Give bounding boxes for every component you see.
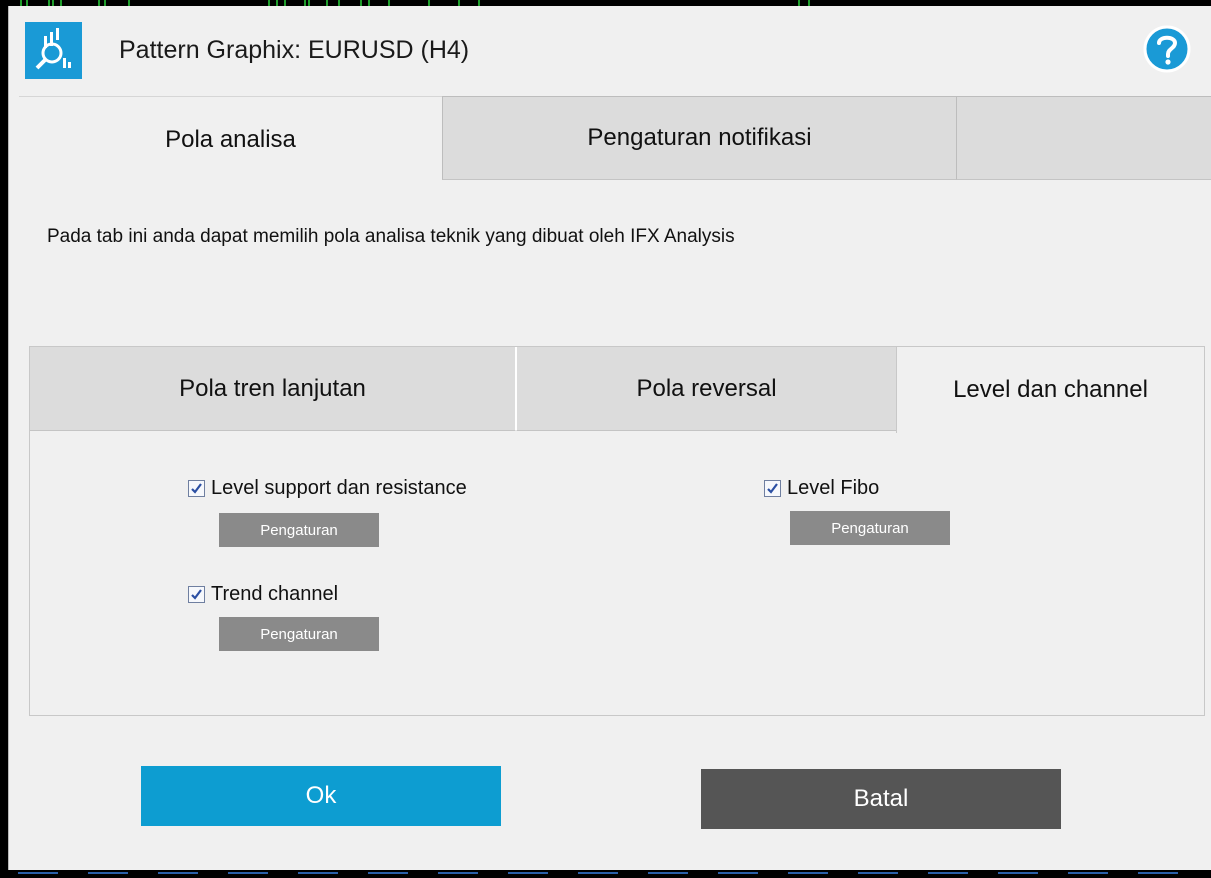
option-label: Trend channel — [211, 583, 339, 605]
cancel-button[interactable]: Batal — [701, 769, 1061, 829]
settings-button-trend-channel[interactable]: Pengaturan — [219, 617, 379, 651]
option-level-fibo: Level Fibo — [764, 477, 879, 500]
subtab-pola-tren-lanjutan[interactable]: Pola tren lanjutan — [30, 347, 516, 431]
background-chart-bottom — [8, 870, 1211, 878]
checkbox-support-resistance[interactable] — [188, 480, 205, 497]
tab-empty — [957, 96, 1211, 180]
option-label: Level Fibo — [787, 477, 880, 499]
ok-button[interactable]: Ok — [141, 766, 501, 826]
checkmark-icon — [191, 483, 202, 494]
settings-button-level-fibo[interactable]: Pengaturan — [790, 511, 950, 545]
option-support-resistance: Level support dan resistance — [188, 477, 467, 500]
checkbox-level-fibo[interactable] — [764, 480, 781, 497]
checkmark-icon — [191, 589, 202, 600]
main-tab-bar: Pola analisa Pengaturan notifikasi — [19, 96, 1211, 182]
subtab-level-dan-channel[interactable]: Level dan channel — [896, 347, 1204, 433]
title-bar: Pattern Graphix: EURUSD (H4) — [9, 6, 1211, 96]
question-mark-icon — [1143, 25, 1191, 73]
checkbox-trend-channel[interactable] — [188, 586, 205, 603]
background-chart-edge — [0, 0, 8, 878]
option-trend-channel: Trend channel — [188, 583, 338, 606]
window-title: Pattern Graphix: EURUSD (H4) — [119, 36, 470, 64]
chart-magnifier-icon — [25, 22, 82, 79]
help-button[interactable] — [1142, 24, 1192, 74]
tab-pola-analisa[interactable]: Pola analisa — [19, 96, 442, 182]
tab-description: Pada tab ini anda dapat memilih pola ana… — [47, 226, 735, 247]
tab-pengaturan-notifikasi[interactable]: Pengaturan notifikasi — [442, 96, 957, 180]
pattern-settings-panel: Pola tren lanjutan Pola reversal Level d… — [29, 346, 1205, 716]
subtab-pola-reversal[interactable]: Pola reversal — [516, 347, 896, 431]
pattern-graphix-dialog: Pattern Graphix: EURUSD (H4) Pola analis… — [8, 6, 1211, 870]
settings-button-support-resistance[interactable]: Pengaturan — [219, 513, 379, 547]
option-label: Level support dan resistance — [211, 477, 467, 499]
checkmark-icon — [767, 483, 778, 494]
